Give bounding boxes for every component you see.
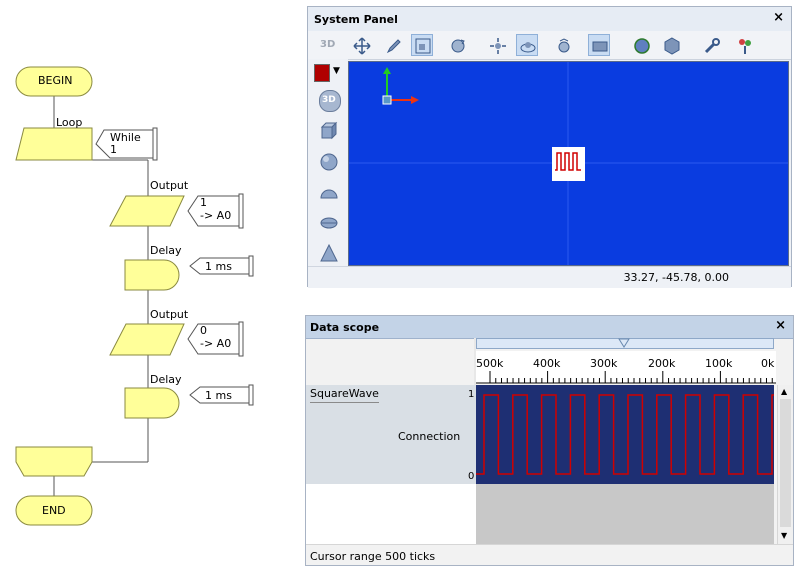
ruler-label: 300k — [590, 357, 618, 370]
viewport-canvas — [349, 62, 788, 265]
trace-label-panel[interactable]: SquareWave Connection 1 0 — [306, 385, 476, 485]
chevron-down-icon[interactable]: ▼ — [333, 66, 340, 76]
delay2-label: Delay — [150, 373, 182, 386]
toolbar-3d-button[interactable]: 3D — [316, 34, 338, 56]
paint-button[interactable] — [733, 34, 755, 56]
camera-icon — [558, 38, 570, 53]
sphere-icon[interactable] — [319, 152, 339, 172]
output2-target: -> A0 — [200, 337, 232, 350]
ruler-label: 200k — [648, 357, 676, 370]
ruler-label: 0k — [761, 357, 775, 370]
y-min-label: 0 — [468, 471, 475, 482]
box-icon — [664, 37, 680, 55]
delay2-block[interactable] — [124, 387, 180, 419]
ruler-label: 400k — [533, 357, 561, 370]
output1-label: Output — [150, 179, 189, 192]
scope-plot-area[interactable] — [476, 385, 774, 484]
output1-value: 1 — [200, 196, 207, 209]
cursor-marker-icon[interactable] — [476, 338, 774, 349]
delay1-label: Delay — [150, 244, 182, 257]
loop-label: Loop — [56, 116, 83, 129]
scroll-up-icon[interactable]: ▲ — [781, 387, 787, 396]
data-scope-statusbar: Cursor range 500 ticks — [306, 544, 793, 565]
ruler-label: 100k — [705, 357, 733, 370]
ruler-label: 500k — [476, 357, 504, 370]
delay2-value: 1 ms — [205, 389, 232, 402]
output1-block[interactable] — [109, 195, 185, 227]
move-icon — [353, 37, 371, 55]
delay1-block[interactable] — [124, 259, 180, 291]
while-value: 1 — [110, 143, 117, 156]
output1-target: -> A0 — [200, 209, 232, 222]
system-panel-titlebar: System Panel × — [308, 7, 791, 32]
data-scope-titlebar: Data scope × — [306, 316, 793, 339]
paint-icon — [739, 39, 751, 54]
zoom-fit-button[interactable] — [411, 34, 433, 56]
delay1-value: 1 ms — [205, 260, 232, 273]
orbit-button[interactable] — [516, 34, 538, 56]
output2-label: Output — [150, 308, 189, 321]
box-button[interactable] — [660, 34, 682, 56]
rotate-button[interactable] — [446, 34, 468, 56]
time-ruler: 500k 400k 300k 200k 100k 0k — [476, 351, 776, 384]
system-panel-close-icon[interactable]: × — [773, 11, 784, 25]
scroll-down-icon[interactable]: ▼ — [781, 531, 787, 540]
scrollbar-thumb[interactable] — [780, 399, 791, 527]
system-panel-statusbar: 33.27, -45.78, 0.00 — [308, 266, 791, 288]
rotate-icon — [451, 39, 465, 53]
vertical-scrollbar[interactable]: ▲ ▼ — [777, 385, 793, 544]
pan-button[interactable] — [486, 34, 508, 56]
sphere-icon — [634, 38, 650, 54]
side-3d-button[interactable]: 3D — [319, 90, 341, 112]
trace-name[interactable]: SquareWave — [310, 387, 379, 403]
trace-source: Connection — [398, 430, 461, 443]
end-label: END — [42, 504, 66, 517]
rectangle-view-icon — [592, 41, 608, 52]
begin-label: BEGIN — [38, 74, 73, 87]
output2-value: 0 — [200, 324, 207, 337]
3d-icon: 3D — [320, 39, 336, 50]
loop-end-block[interactable] — [15, 446, 93, 477]
y-max-label: 1 — [468, 389, 475, 400]
zoom-fit-icon — [415, 38, 431, 54]
properties-button[interactable] — [700, 34, 722, 56]
camera-button[interactable] — [552, 34, 574, 56]
squarewave-object[interactable] — [552, 147, 585, 181]
color-swatch-icon[interactable] — [314, 64, 330, 82]
data-scope-title: Data scope — [310, 321, 380, 334]
rectangle-view-button[interactable] — [588, 34, 610, 56]
scope-empty-area — [476, 484, 774, 544]
scope-trace-canvas — [476, 394, 774, 475]
wrench-icon — [704, 38, 720, 54]
system-panel: System Panel × 3D ▼ 3D 33.27, -45.78, 0.… — [307, 6, 792, 288]
coordinates-readout: 33.27, -45.78, 0.00 — [623, 271, 729, 284]
squarewave-trace — [476, 394, 774, 475]
hemisphere-icon[interactable] — [319, 183, 339, 203]
cursor-range-text: Cursor range 500 ticks — [310, 550, 436, 563]
move-button[interactable] — [350, 34, 372, 56]
axes-gizmo-icon — [382, 67, 419, 105]
orbit-icon — [520, 42, 536, 53]
draw-button[interactable] — [382, 34, 404, 56]
cube-icon[interactable] — [319, 121, 339, 141]
pencil-icon — [386, 39, 401, 54]
sphere-button[interactable] — [630, 34, 652, 56]
data-scope-panel: Data scope × 500k 400k 300k 200k 100k 0k… — [305, 315, 794, 566]
cursor-range-bar[interactable] — [476, 338, 774, 349]
3d-icon: 3D — [322, 95, 336, 105]
disc-icon[interactable] — [319, 213, 339, 233]
loop-start-block[interactable] — [15, 127, 93, 161]
pan-icon — [490, 38, 506, 54]
data-scope-close-icon[interactable]: × — [775, 319, 786, 333]
system-panel-toolbar: 3D — [308, 31, 791, 60]
3d-viewport[interactable] — [348, 61, 789, 266]
cone-icon[interactable] — [319, 243, 339, 263]
system-panel-title: System Panel — [314, 13, 398, 26]
output2-block[interactable] — [109, 323, 185, 356]
system-panel-sidebar: ▼ 3D — [308, 59, 348, 266]
